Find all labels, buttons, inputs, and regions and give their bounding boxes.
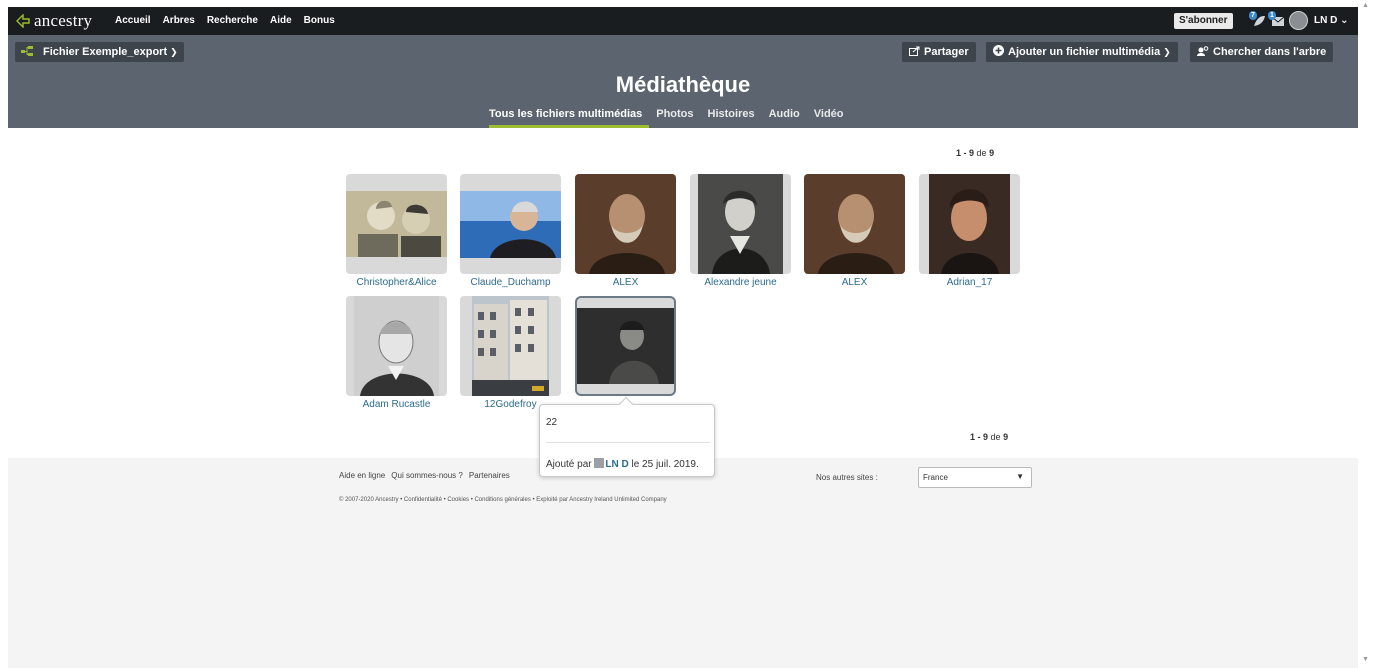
user-avatar-icon [594, 458, 605, 468]
media-thumbnail[interactable] [919, 174, 1020, 274]
chevron-down-icon: ❯ [1163, 46, 1171, 57]
search-tree-label: Chercher dans l'arbre [1213, 46, 1327, 58]
tooltip-title: 22 [546, 417, 558, 428]
media-thumbnail[interactable] [460, 174, 561, 274]
chevron-down-icon: ❯ [170, 46, 178, 57]
scroll-up-icon[interactable]: ▲ [1362, 2, 1369, 9]
chevron-down-icon: ⌄ [1340, 15, 1349, 26]
plus-circle-icon [993, 45, 1004, 59]
tooltip-added-prefix: Ajouté par [546, 459, 592, 470]
media-thumbnail[interactable] [575, 174, 676, 274]
media-thumbnail[interactable] [460, 296, 561, 396]
media-card[interactable]: Adam Rucastle [346, 296, 447, 410]
share-button[interactable]: Partager [902, 42, 976, 62]
user-avatar[interactable] [1289, 11, 1308, 30]
media-card[interactable]: ALEX [575, 174, 676, 288]
tooltip-divider [546, 442, 710, 443]
tab-video[interactable]: Vidéo [814, 108, 851, 128]
other-sites-select[interactable]: France ▼ [918, 467, 1032, 488]
media-thumbnail[interactable] [575, 296, 676, 396]
footer: Aide en ligne Qui sommes-nous ? Partenai… [8, 458, 1358, 668]
share-label: Partager [924, 46, 969, 58]
pager-range: 1 - 9 [970, 432, 989, 442]
nav-aide[interactable]: Aide [270, 15, 292, 26]
pager-total: 9 [1003, 432, 1009, 442]
main-nav: Accueil Arbres Recherche Aide Bonus [115, 15, 335, 26]
media-caption[interactable]: Alexandre jeune [690, 277, 791, 288]
tooltip-date: le 25 juil. 2019. [631, 459, 699, 470]
logo-text: ancestry [34, 11, 93, 30]
pager-bottom: 1 - 9 de 9 [970, 432, 1008, 442]
top-nav: ancestry Accueil Arbres Recherche Aide B… [8, 7, 1358, 35]
media-tooltip: 22 Ajouté par LN D le 25 juil. 2019. [539, 396, 715, 477]
footer-links: Aide en ligne Qui sommes-nous ? Partenai… [339, 471, 510, 480]
leaf-icon [16, 13, 30, 29]
user-name: LN D [1314, 15, 1338, 26]
media-caption[interactable]: Adam Rucastle [346, 399, 447, 410]
footer-link-about[interactable]: Qui sommes-nous ? [391, 471, 463, 480]
footer-copyright: © 2007-2020 Ancestry • Confidentialité •… [339, 497, 667, 503]
tree-header: Fichier Exemple_export ❯ Partager Ajoute… [8, 35, 1358, 128]
footer-link-partners[interactable]: Partenaires [469, 471, 510, 480]
ancestry-logo[interactable]: ancestry [16, 11, 92, 31]
hints-icon[interactable]: 7 [1249, 11, 1267, 29]
tree-selector[interactable]: Fichier Exemple_export ❯ [15, 42, 184, 62]
media-card-selected[interactable] [575, 296, 676, 399]
search-tree-button[interactable]: Chercher dans l'arbre [1190, 42, 1334, 62]
user-menu[interactable]: LN D ⌄ [1314, 15, 1349, 26]
messages-icon[interactable]: 1 [1268, 11, 1286, 29]
pager-of: de [990, 432, 1001, 442]
pager-top: 1 - 9 de 9 [956, 148, 994, 158]
tree-icon [21, 45, 33, 59]
media-card[interactable]: 12Godefroy [460, 296, 561, 410]
tree-name: Fichier Exemple_export [43, 46, 168, 58]
media-thumbnail[interactable] [346, 174, 447, 274]
add-media-label: Ajouter un fichier multimédia [1008, 46, 1161, 58]
pager-total: 9 [989, 148, 995, 158]
tab-stories[interactable]: Histoires [708, 108, 762, 128]
tooltip-user[interactable]: LN D [605, 459, 628, 470]
media-thumbnail[interactable] [346, 296, 447, 396]
tooltip-added-by: Ajouté par LN D le 25 juil. 2019. [546, 458, 699, 470]
messages-badge: 1 [1268, 11, 1276, 20]
scroll-down-icon[interactable]: ▼ [1362, 656, 1369, 663]
caret-down-icon: ▼ [1016, 472, 1024, 481]
pager-range: 1 - 9 [956, 148, 975, 158]
media-card[interactable]: Claude_Duchamp [460, 174, 561, 288]
person-search-icon [1197, 45, 1209, 59]
page: ancestry Accueil Arbres Recherche Aide B… [8, 7, 1358, 668]
media-card[interactable]: ALEX [804, 174, 905, 288]
nav-recherche[interactable]: Recherche [207, 15, 258, 26]
media-card[interactable]: Alexandre jeune [690, 174, 791, 288]
tab-all-media[interactable]: Tous les fichiers multimédias [489, 108, 650, 128]
media-thumbnail[interactable] [804, 174, 905, 274]
nav-accueil[interactable]: Accueil [115, 15, 151, 26]
nav-arbres[interactable]: Arbres [163, 15, 195, 26]
media-caption[interactable]: Claude_Duchamp [460, 277, 561, 288]
media-caption[interactable]: Adrian_17 [919, 277, 1020, 288]
share-icon [909, 46, 920, 59]
other-sites-value: France [923, 473, 948, 482]
nav-bonus[interactable]: Bonus [304, 15, 335, 26]
tab-audio[interactable]: Audio [769, 108, 807, 128]
add-media-button[interactable]: Ajouter un fichier multimédia ❯ [986, 42, 1178, 62]
media-caption[interactable]: Christopher&Alice [346, 277, 447, 288]
subscribe-button[interactable]: S'abonner [1174, 13, 1233, 29]
media-caption[interactable]: ALEX [804, 277, 905, 288]
hints-badge: 7 [1249, 11, 1257, 20]
media-tabs: Tous les fichiers multimédias Photos His… [489, 108, 858, 128]
pager-of: de [976, 148, 987, 158]
page-title: Médiathèque [615, 72, 751, 97]
tab-photos[interactable]: Photos [656, 108, 700, 128]
media-caption[interactable]: ALEX [575, 277, 676, 288]
media-thumbnail[interactable] [690, 174, 791, 274]
footer-link-help[interactable]: Aide en ligne [339, 471, 385, 480]
media-card[interactable]: Christopher&Alice [346, 174, 447, 288]
scrollbar[interactable]: ▲ ▼ [1358, 0, 1375, 668]
media-card[interactable]: Adrian_17 [919, 174, 1020, 288]
other-sites-label: Nos autres sites : [816, 473, 878, 482]
